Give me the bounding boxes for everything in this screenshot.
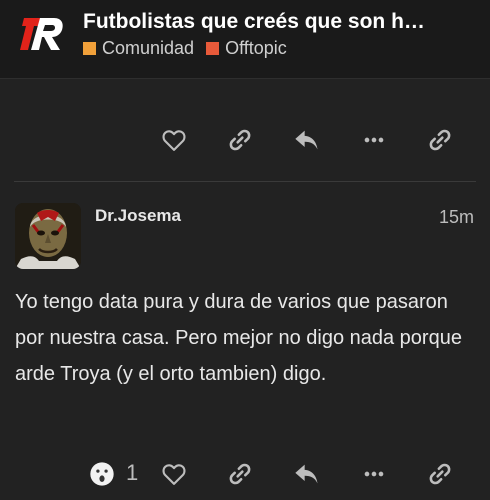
category-list: Comunidad Offtopic [83,38,287,59]
like-button[interactable] [156,122,192,158]
post-timestamp[interactable]: 15m [439,207,474,228]
reply-icon [295,464,318,484]
share-link-icon [429,129,451,151]
heart-icon [162,130,186,151]
post-divider [14,181,476,182]
post-username[interactable]: Dr.Josema [95,206,181,226]
category-label: Offtopic [225,38,287,58]
category-offtopic[interactable]: Offtopic [206,38,287,59]
like-button[interactable] [156,456,192,492]
share-button[interactable] [422,122,458,158]
avatar[interactable] [15,203,81,269]
more-icon [364,471,384,477]
share-button[interactable] [422,456,458,492]
heart-icon [162,464,186,485]
reply-button[interactable] [289,456,325,492]
reply-icon [295,130,318,150]
link-icon [229,129,251,151]
more-button[interactable] [356,456,392,492]
share-link-icon [429,463,451,485]
more-icon [364,137,384,143]
reply-button[interactable] [289,122,325,158]
topic-title[interactable]: Futbolistas que creés que son h… [83,10,483,34]
post-actions-main [0,456,490,492]
prev-post-actions [0,122,490,158]
topic-header: Futbolistas que creés que son h… Comunid… [0,0,490,79]
category-comunidad[interactable]: Comunidad [83,38,194,59]
copy-link-button[interactable] [222,456,258,492]
post-body: Yo tengo data pura y dura de varios que … [15,291,462,385]
category-color-square [206,42,220,55]
copy-link-button[interactable] [222,122,258,158]
site-logo[interactable] [20,14,66,54]
category-label: Comunidad [102,38,195,58]
category-color-square [83,42,96,55]
more-button[interactable] [356,122,392,158]
link-icon [229,463,251,485]
